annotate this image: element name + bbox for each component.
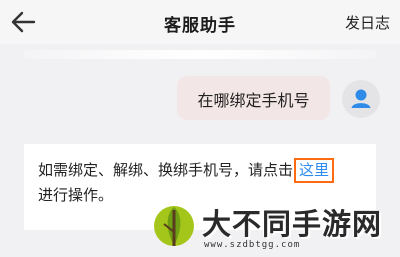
page-title: 客服助手 <box>164 16 236 36</box>
bot-message-part2: 进行操作。 <box>38 186 114 204</box>
here-link[interactable]: 这里 <box>294 158 335 183</box>
bot-message-part1: 如需绑定、解绑、换绑手机号，请点击 <box>38 161 294 179</box>
person-icon <box>351 89 371 108</box>
user-message-bubble: 在哪绑定手机号 <box>177 76 330 120</box>
user-avatar[interactable] <box>342 80 380 118</box>
send-log-button[interactable]: 发日志 <box>345 12 390 33</box>
user-message-text: 在哪绑定手机号 <box>197 91 310 110</box>
watermark: 大不同手游网 www.szdbtgg.com <box>148 198 400 257</box>
watermark-brand: 大不同手游网 <box>202 207 383 241</box>
header-bar: 客服助手 发日志 <box>0 0 400 44</box>
divider <box>24 50 376 59</box>
leaf-logo-icon <box>154 206 194 246</box>
watermark-url: www.szdbtgg.com <box>204 240 301 250</box>
